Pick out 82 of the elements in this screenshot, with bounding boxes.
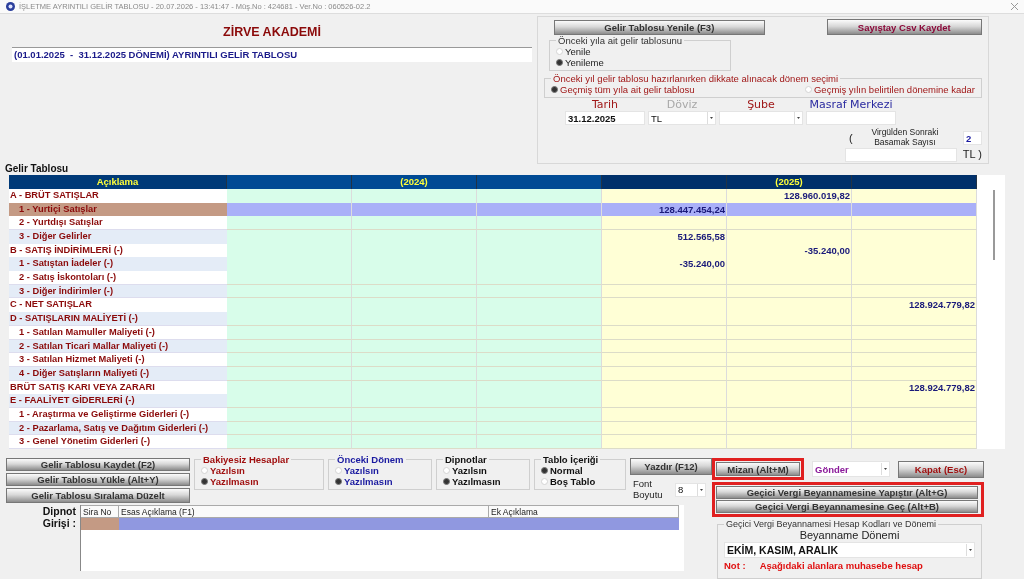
field-label: Şube <box>747 98 775 112</box>
font-size-label: Font Boyutu <box>633 479 664 501</box>
radio-label: Yazılmasın <box>452 476 501 487</box>
bracket-text: ( <box>849 131 853 145</box>
dropdown-field[interactable]: TL <box>648 111 716 126</box>
input-field[interactable] <box>806 111 896 126</box>
radio-label: Yenile <box>565 46 591 58</box>
group-title: Dipnotlar <box>444 454 488 465</box>
row-label[interactable]: 3 - Genel Yönetim Giderleri (-) <box>9 435 227 449</box>
column-header: Ek Açıklama <box>489 505 679 518</box>
paste-declaration-button[interactable]: Geçici Vergi Beyannamesine Yapıştır (Alt+G) <box>716 486 978 499</box>
row-label[interactable]: 3 - Satılan Hizmet Maliyeti (-) <box>9 353 227 367</box>
row-label[interactable]: 2 - Satış İskontoları (-) <box>9 271 227 285</box>
caret-icon <box>881 463 889 475</box>
radio-label: Geçmiş yılın belirtilen dönemine kadar <box>813 84 975 96</box>
decimal-field[interactable]: 2 <box>963 131 982 145</box>
note-label: Not : <box>724 560 746 572</box>
radio-button[interactable] <box>443 478 450 485</box>
load-button[interactable]: Gelir Tablosu Yükle (Alt+Y) <box>6 473 190 486</box>
group-title: Önceki Dönem <box>336 454 405 465</box>
radio-button[interactable] <box>335 478 342 485</box>
radio-button[interactable] <box>541 467 548 474</box>
go-declaration-button[interactable]: Geçici Vergi Beyannamesine Geç (Alt+B) <box>716 500 978 513</box>
csv-save-button[interactable]: Sayıştay Csv Kaydet <box>826 19 982 36</box>
app-icon <box>6 2 15 12</box>
close-button[interactable]: Kapat (Esc) <box>898 460 984 478</box>
radio-label: Yazılsın <box>452 465 487 476</box>
close-icon[interactable] <box>1011 3 1018 11</box>
table-cell <box>81 518 119 530</box>
row-label[interactable]: 3 - Diğer Gelirler <box>9 230 227 245</box>
row-label[interactable]: 2 - Yurtdışı Satışlar <box>9 216 227 230</box>
note-text: Aşağıdaki alanlara muhasebe hesap <box>759 560 923 572</box>
radio-label: Yenileme <box>565 57 604 69</box>
radio-button[interactable] <box>201 478 208 485</box>
caret-icon <box>794 112 802 125</box>
radio-button[interactable] <box>556 59 563 67</box>
period-field[interactable]: (01.01.2025 - 31.12.2025 DÖNEMİ) AYRINTILI GELİR TABLOSU <box>12 47 532 63</box>
column-header: Sira No <box>81 505 119 518</box>
footnote-label: Dipnot Girişi : <box>41 505 76 529</box>
print-button[interactable]: Yazdır (F12) <box>630 458 712 475</box>
radio-label: Yazılsın <box>210 465 245 476</box>
radio-label: Geçmiş tüm yıla ait gelir tablosu <box>560 84 695 96</box>
group-title: Bakiyesiz Hesaplar <box>202 454 291 465</box>
group-title: Tablo İçeriği <box>542 454 600 465</box>
group-title: Önceki yıl gelir tablosu hazırlanırken dikkate alınacak dönem seçimi <box>552 73 840 85</box>
column-header: (2025) <box>727 175 852 189</box>
company-title: ZİRVE AKADEMİ <box>222 25 322 40</box>
group-title: Önceki yıla ait gelir tablosunu <box>557 35 684 47</box>
radio-label: Yazılmasın <box>210 476 259 487</box>
column-header: Esas Açıklama (F1) <box>119 505 489 518</box>
group-title: Geçici Vergi Beyannamesi Hesap Kodları ve Dönemi <box>725 519 938 529</box>
refresh-button[interactable]: Gelir Tablosu Yenile (F3) <box>554 19 765 35</box>
field-label: Tarih <box>591 98 619 112</box>
caret-icon <box>697 483 705 496</box>
input-field[interactable]: 31.12.2025 <box>565 111 645 126</box>
field-label: Döviz <box>666 98 698 112</box>
field-label: Masraf Merkezi <box>809 98 893 112</box>
caret-icon <box>707 112 715 125</box>
column-header: Açıklama <box>9 175 227 189</box>
decimal-label: Virgülden Sonraki Basamak Sayısı <box>870 128 940 148</box>
amount-field[interactable] <box>845 147 957 162</box>
footnote-grid[interactable]: Sira No Esas Açıklama (F1) Ek Açıklama <box>80 505 684 571</box>
radio-label: Boş Tablo <box>550 476 596 487</box>
period-dropdown[interactable]: EKİM, KASIM, ARALIK <box>724 541 975 558</box>
radio-label: Normal <box>550 465 583 476</box>
radio-button[interactable] <box>551 86 558 94</box>
trial-balance-button[interactable]: Mizan (Alt+M) <box>716 462 800 476</box>
currency-text: TL ) <box>962 148 982 162</box>
table-title: Gelir Tablosu <box>4 162 70 176</box>
table-cell: 512.565,58 <box>602 230 727 245</box>
period-label: Beyanname Dönemi <box>798 529 901 542</box>
row-label[interactable]: D - SATIŞLARIN MALİYETİ (-) <box>9 312 227 326</box>
row-label[interactable]: E - FAALİYET GİDERLERİ (-) <box>9 394 227 408</box>
sort-fix-button[interactable]: Gelir Tablosu Sıralama Düzelt <box>6 488 190 503</box>
radio-label: Yazılsın <box>344 465 379 476</box>
dropdown-field[interactable] <box>719 111 803 126</box>
save-button[interactable]: Gelir Tablosu Kaydet (F2) <box>6 458 190 471</box>
column-header: (2024) <box>352 175 477 189</box>
radio-label: Yazılmasın <box>344 476 393 487</box>
caret-icon <box>966 543 974 556</box>
font-size-dropdown[interactable]: 8 <box>675 482 706 497</box>
send-dropdown[interactable]: Gönder <box>812 461 890 477</box>
